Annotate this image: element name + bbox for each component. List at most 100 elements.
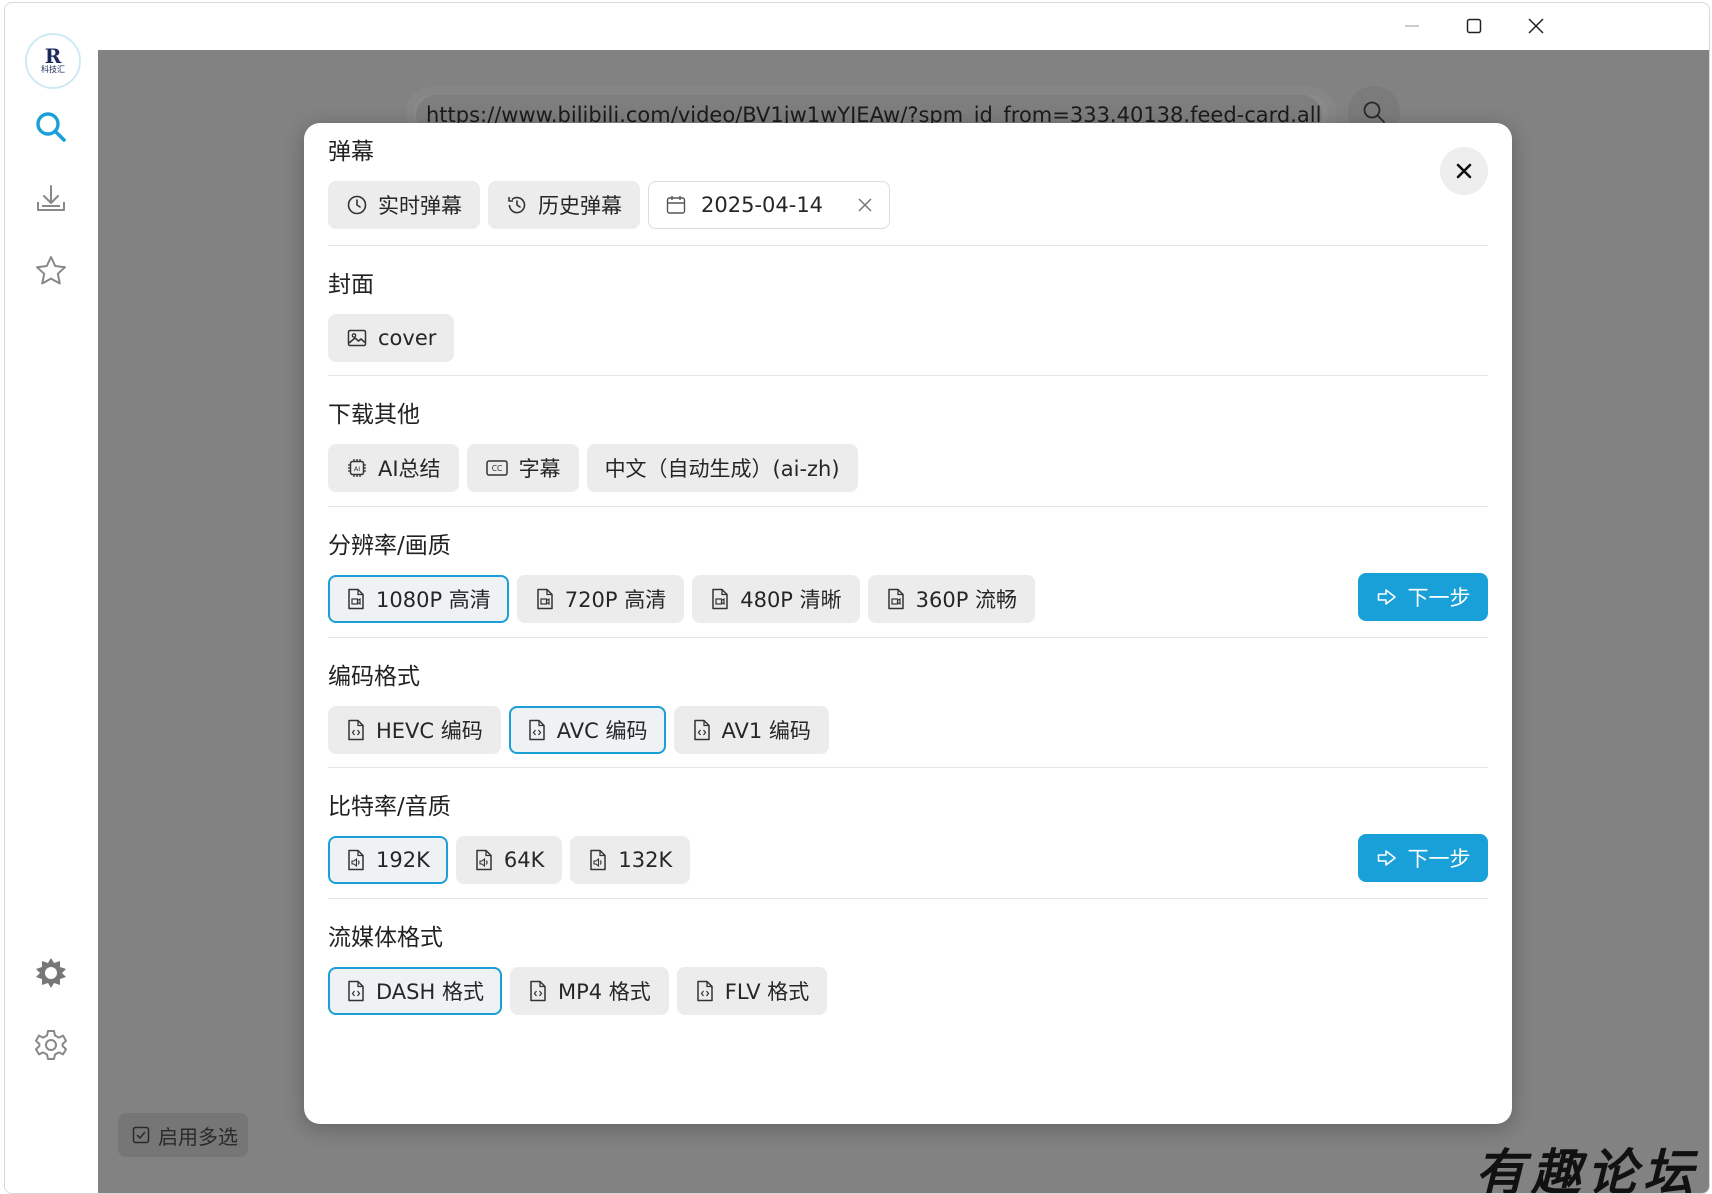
resolution-option-label: 720P 高清 [564,588,667,612]
stream-option-0[interactable]: DASH 格式 [328,967,502,1015]
resolution-option-label: 360P 流畅 [915,588,1018,612]
divider [328,245,1488,246]
realtime-danmaku-button[interactable]: 实时弹幕 [328,181,480,229]
calendar-icon [666,196,686,214]
ai-summary-label: AI总结 [378,457,441,481]
download-icon [37,185,65,211]
divider [328,375,1488,376]
settings-button[interactable] [27,1021,75,1069]
bitrate-section: 比特率/音质 192K 64K 132K [328,790,1488,884]
date-value: 2025-04-14 [701,193,824,217]
cover-section: 封面 cover [328,268,1488,362]
resolution-option-3[interactable]: 360P 流畅 [867,575,1036,623]
section-title: 弹幕 [328,139,374,165]
stream-option-label: MP4 格式 [557,980,651,1004]
window-close-button[interactable] [1503,3,1569,49]
resolution-option-1[interactable]: 720P 高清 [516,575,685,623]
watermark: 有趣论坛 [1475,1143,1699,1194]
file-audio-icon [476,849,492,871]
resolution-next-button[interactable]: 下一步 [1358,573,1488,621]
codec-section: 编码格式 HEVC 编码 AVC 编码 AV1 编码 [328,660,1488,754]
cover-button[interactable]: cover [328,314,455,362]
subtitle-button[interactable]: CC 字幕 [466,444,579,492]
theme-toggle-button[interactable] [27,949,75,997]
divider [328,637,1488,638]
divider [328,506,1488,507]
stream-option-2[interactable]: FLV 格式 [676,967,828,1015]
codec-option-0[interactable]: HEVC 编码 [328,706,501,754]
section-title: 编码格式 [328,664,420,690]
file-code-icon [348,980,364,1002]
file-code-icon [530,980,546,1002]
divider [328,767,1488,768]
clear-date-icon[interactable] [857,197,873,213]
resolution-option-label: 1080P 高清 [376,588,491,612]
svg-text:AI: AI [354,465,360,473]
gear-icon [35,1030,67,1060]
bitrate-option-label: 132K [618,848,673,872]
stream-option-label: DASH 格式 [376,980,484,1004]
subtitle-language-value: 中文（自动生成）(ai-zh) [604,457,840,481]
multi-select-toggle[interactable]: 启用多选 [118,1113,248,1157]
realtime-danmaku-label: 实时弹幕 [378,194,462,218]
other-downloads-section: 下载其他 AI AI总结 CC 字幕 中文（自动生成）(ai-zh) [328,398,1488,492]
ai-summary-button[interactable]: AI AI总结 [328,444,459,492]
bitrate-option-2[interactable]: 132K [570,836,691,884]
checkbox-icon [132,1126,150,1144]
svg-text:CC: CC [491,464,501,473]
file-code-icon [693,719,710,741]
section-title: 封面 [328,272,374,298]
image-icon [347,329,367,347]
bitrate-option-label: 64K [503,848,545,872]
sidebar-item-search[interactable] [27,103,75,151]
maximize-button[interactable] [1441,3,1507,49]
sidebar-item-download[interactable] [27,175,75,223]
logo-mark: R [44,44,62,68]
sidebar-item-favorites[interactable] [27,247,75,295]
bitrate-next-button[interactable]: 下一步 [1358,834,1488,882]
next-label: 下一步 [1407,586,1471,610]
codec-option-label: AVC 编码 [556,719,648,743]
next-label: 下一步 [1407,847,1471,871]
star-icon [36,256,66,285]
section-title: 流媒体格式 [328,925,443,951]
bitrate-option-1[interactable]: 64K [455,836,563,884]
logo-text: 科技汇 [41,65,65,74]
section-title: 下载其他 [328,402,420,428]
section-title: 分辨率/画质 [328,533,451,559]
history-danmaku-label: 历史弹幕 [538,194,622,218]
history-danmaku-button[interactable]: 历史弹幕 [488,181,640,229]
bitrate-option-label: 192K [376,848,430,872]
app-window: R 科技汇 https://www.bilibili.com/video/BV1… [4,2,1710,1194]
bitrate-option-0[interactable]: 192K [328,836,448,884]
stream-format-section: 流媒体格式 DASH 格式 MP4 格式 FLV 格式 [328,921,1488,1015]
clock-icon [347,195,367,215]
file-code-icon [697,980,713,1002]
resolution-option-0[interactable]: 1080P 高清 [328,575,509,623]
date-picker[interactable]: 2025-04-14 [648,181,891,229]
subtitle-label: 字幕 [518,457,561,481]
file-video-icon [537,588,553,610]
minimize-button[interactable] [1379,3,1445,49]
resolution-option-2[interactable]: 480P 清晰 [692,575,860,623]
download-options-modal: 弹幕 实时弹幕 历史弹幕 2025-04-14 封面 cover 下载其他 AI… [304,123,1512,1124]
codec-option-2[interactable]: AV1 编码 [673,706,829,754]
multi-select-label: 启用多选 [158,1124,238,1149]
search-icon [1363,101,1385,123]
file-audio-icon [590,849,607,871]
codec-option-1[interactable]: AVC 编码 [508,706,666,754]
file-audio-icon [348,849,364,871]
app-logo: R 科技汇 [25,33,81,89]
file-video-icon [712,588,728,610]
stream-option-1[interactable]: MP4 格式 [509,967,669,1015]
close-icon [1528,18,1544,34]
search-icon [36,112,66,142]
ai-chip-icon: AI [348,459,366,477]
history-icon [508,196,526,214]
file-video-icon [348,588,364,610]
file-video-icon [887,588,904,610]
sidebar: R 科技汇 [5,3,97,1193]
section-title: 比特率/音质 [328,794,451,820]
subtitle-language-select[interactable]: 中文（自动生成）(ai-zh) [586,444,858,492]
stream-option-label: FLV 格式 [724,980,810,1004]
